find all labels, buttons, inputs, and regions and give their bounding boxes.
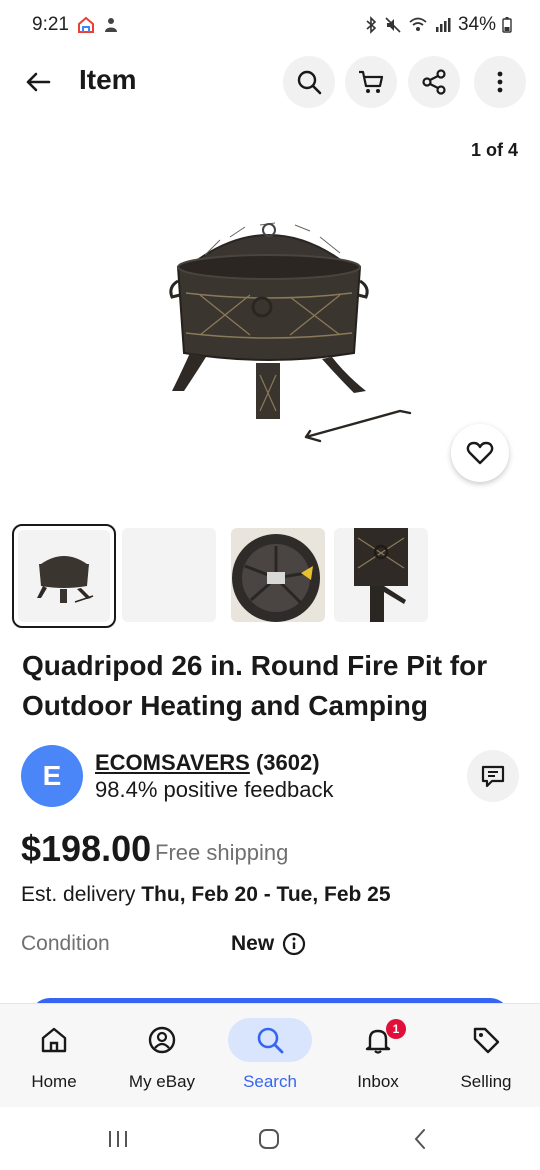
thumbnail-strip [12,524,540,628]
bottom-navigation: Home My eBay Search 1 Inbox Selling [0,1003,540,1107]
status-bar: 9:21 34% [0,0,540,50]
nav-inbox-label: Inbox [357,1072,399,1091]
seller-username[interactable]: ECOMSAVERS [95,750,250,775]
search-icon [257,1027,284,1054]
share-button[interactable] [408,56,460,108]
tag-icon [473,1027,500,1054]
recent-apps-icon [109,1131,127,1147]
share-icon [422,69,446,95]
price: $198.00 [21,828,152,869]
condition-label: Condition [21,932,110,955]
wifi-icon [408,16,428,34]
google-home-icon [77,16,95,34]
shipping-info: Free shipping [155,840,289,865]
nav-my-ebay[interactable]: My eBay [108,1004,216,1108]
app-header: Item [0,54,540,110]
seller-info[interactable]: ECOMSAVERS (3602) [95,750,320,776]
signal-icon [434,16,452,34]
thumbnail-4[interactable] [334,528,428,622]
product-image[interactable] [150,215,420,455]
home-system-button[interactable] [249,1123,289,1155]
seller-score: (3602) [255,750,320,775]
arrow-left-icon [26,72,51,92]
cart-icon [359,70,384,93]
heart-icon [466,441,494,465]
nav-home-label: Home [31,1072,77,1091]
watchlist-button[interactable] [451,424,509,482]
nav-selling[interactable]: Selling [432,1004,540,1108]
battery-level: 34% [457,14,496,35]
system-navigation [0,1107,540,1170]
recent-apps-button[interactable] [98,1123,138,1155]
more-options-button[interactable] [474,56,526,108]
message-icon [481,765,505,788]
back-button[interactable] [18,62,58,102]
condition-text: New [231,932,275,955]
nav-search[interactable]: Search [216,1004,324,1108]
image-counter: 1 of 4 [470,140,518,160]
contact-seller-button[interactable] [467,750,519,802]
delivery-dates: Thu, Feb 20 - Tue, Feb 25 [141,883,391,906]
notification-app-icon [103,16,119,34]
condition-value: New [231,932,306,956]
more-vertical-icon [497,71,503,93]
nav-inbox[interactable]: 1 Inbox [324,1004,432,1108]
user-icon [148,1026,176,1054]
page-title: Item [79,64,137,95]
seller-feedback: 98.4% positive feedback [95,777,334,802]
search-button[interactable] [283,56,335,108]
listing-title: Quadripod 26 in. Round Fire Pit for Outd… [22,650,488,721]
inbox-badge: 1 [386,1019,406,1039]
chevron-left-icon [414,1129,425,1149]
search-icon [297,70,322,95]
thumbnail-3[interactable] [231,528,325,622]
mute-icon [384,16,402,34]
thumbnail-1[interactable] [12,524,116,628]
status-time: 9:21 [32,14,69,35]
bluetooth-icon [364,16,378,34]
info-icon[interactable] [282,932,306,956]
seller-avatar[interactable]: E [21,745,83,807]
battery-icon [502,16,512,34]
nav-my-ebay-label: My eBay [128,1072,196,1091]
home-icon [41,1027,67,1053]
nav-home[interactable]: Home [0,1004,108,1108]
nav-selling-label: Selling [460,1072,512,1091]
home-circle-icon [259,1129,279,1149]
system-back-button[interactable] [400,1123,440,1155]
thumbnail-2[interactable] [122,528,216,622]
delivery-label: Est. delivery [21,883,136,906]
cart-button[interactable] [345,56,397,108]
delivery-estimate: Est. delivery Thu, Feb 20 - Tue, Feb 25 [21,883,391,907]
nav-search-label: Search [243,1072,297,1091]
